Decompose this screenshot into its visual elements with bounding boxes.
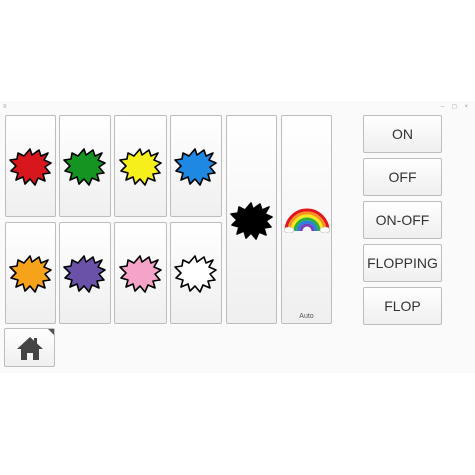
home-button[interactable] bbox=[4, 328, 55, 367]
auto-label: Auto bbox=[299, 313, 314, 320]
home-icon bbox=[16, 336, 43, 360]
corner-marker bbox=[48, 329, 54, 335]
pink-paint-icon bbox=[118, 255, 162, 293]
blue-paint-icon bbox=[174, 148, 217, 186]
on-off-button[interactable]: ON-OFF bbox=[363, 201, 442, 239]
white-paint-icon bbox=[174, 255, 217, 293]
green-paint-icon bbox=[63, 148, 106, 186]
off-button[interactable]: OFF bbox=[363, 158, 442, 196]
color-tile-pink[interactable] bbox=[114, 222, 167, 324]
purple-paint-icon bbox=[63, 255, 106, 293]
color-tile-green[interactable] bbox=[59, 115, 111, 217]
menu-icon[interactable]: ≡ bbox=[3, 104, 7, 110]
red-paint-icon bbox=[8, 148, 52, 186]
flop-button[interactable]: FLOP bbox=[363, 287, 442, 325]
flopping-button[interactable]: FLOPPING bbox=[363, 244, 442, 282]
color-tile-orange[interactable] bbox=[5, 222, 56, 324]
auto-tile[interactable]: Auto bbox=[281, 115, 332, 324]
color-tile-blue[interactable] bbox=[170, 115, 222, 217]
color-tile-red[interactable] bbox=[5, 115, 56, 217]
on-button[interactable]: ON bbox=[363, 115, 442, 153]
black-paint-icon bbox=[229, 201, 273, 240]
window-controls[interactable]: – ◻ × bbox=[441, 104, 471, 110]
rainbow-icon bbox=[283, 208, 330, 233]
yellow-paint-icon bbox=[118, 148, 162, 186]
color-tile-black[interactable] bbox=[226, 115, 277, 324]
color-tile-yellow[interactable] bbox=[114, 115, 167, 217]
orange-paint-icon bbox=[8, 255, 52, 293]
app-panel: ≡ – ◻ × Auto ON OFF ON-OFF FLOPPING FLOP bbox=[0, 101, 475, 373]
color-tile-white[interactable] bbox=[170, 222, 222, 324]
color-tile-purple[interactable] bbox=[59, 222, 111, 324]
